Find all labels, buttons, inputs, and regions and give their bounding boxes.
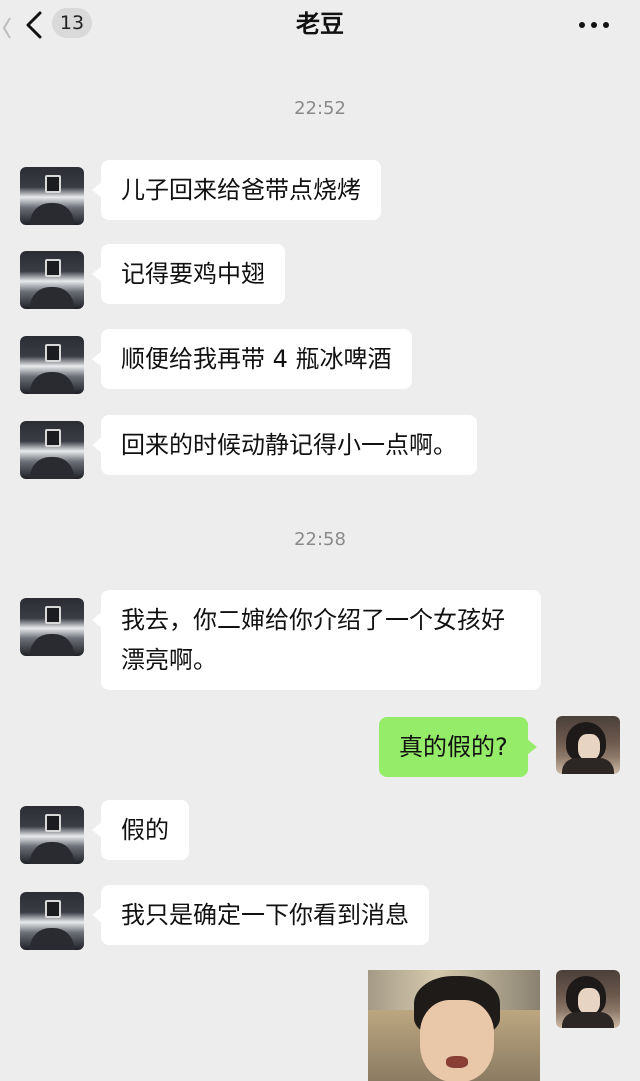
message-timestamp: 22:52 xyxy=(294,98,346,119)
incoming-message-bubble[interactable]: 我只是确定一下你看到消息 xyxy=(92,885,429,945)
incoming-message-bubble[interactable]: 回来的时候动静记得小一点啊。 xyxy=(92,415,477,475)
incoming-message-bubble[interactable]: 儿子回来给爸带点烧烤 xyxy=(92,160,381,220)
my-avatar[interactable] xyxy=(556,716,620,774)
sender-avatar[interactable] xyxy=(20,806,84,864)
message-timestamp: 22:58 xyxy=(294,529,346,550)
incoming-message-bubble[interactable]: 假的 xyxy=(92,800,189,860)
sender-avatar[interactable] xyxy=(20,336,84,394)
sender-avatar[interactable] xyxy=(20,421,84,479)
my-avatar[interactable] xyxy=(556,970,620,1028)
sender-avatar[interactable] xyxy=(20,892,84,950)
crying-kid-sticker[interactable] xyxy=(368,970,540,1081)
incoming-message-bubble[interactable]: 顺便给我再带 4 瓶冰啤酒 xyxy=(92,329,412,389)
sender-avatar[interactable] xyxy=(20,598,84,656)
chat-header: 13 老豆 xyxy=(0,0,640,50)
more-dots-icon[interactable] xyxy=(576,16,612,32)
chat-title: 老豆 xyxy=(296,10,344,38)
sender-avatar[interactable] xyxy=(20,167,84,225)
incoming-message-bubble[interactable]: 记得要鸡中翅 xyxy=(92,244,285,304)
sender-avatar[interactable] xyxy=(20,251,84,309)
outgoing-message-bubble[interactable]: 真的假的? xyxy=(379,717,537,777)
incoming-message-bubble[interactable]: 我去，你二婶给你介绍了一个女孩好漂亮啊。 xyxy=(92,590,541,690)
